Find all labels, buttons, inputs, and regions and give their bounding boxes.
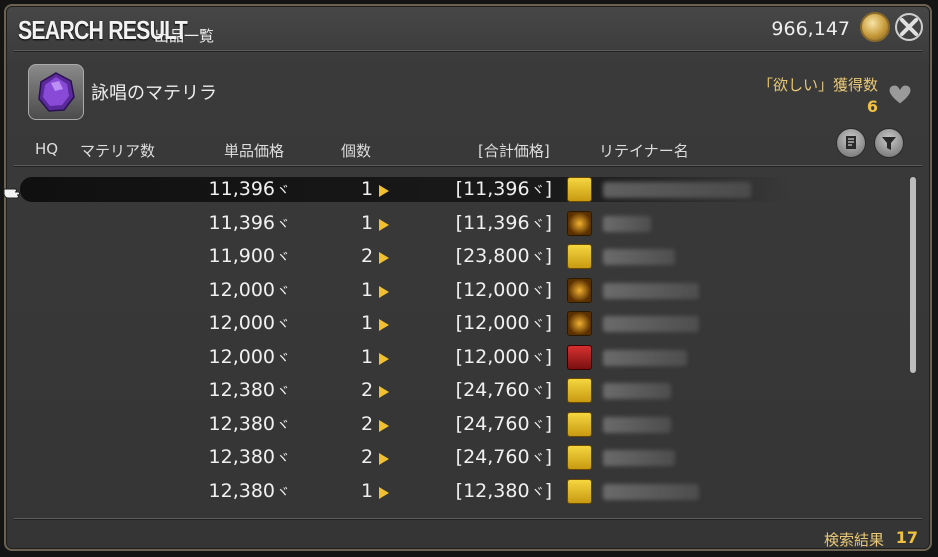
unit-price: 12,380ヾ [208,412,290,435]
total-price: [12,380ヾ] [455,479,552,502]
column-header-hq[interactable]: HQ [35,140,58,158]
play-arrow-icon [379,453,389,465]
quantity: 2 [361,245,374,267]
table-row[interactable]: 12,000ヾ 1 [12,000ヾ] [6,307,930,340]
unit-price: 12,000ヾ [208,312,290,334]
total-price: [11,396ヾ] [455,211,552,234]
play-arrow-icon [379,252,389,264]
quantity: 1 [361,211,374,234]
quantity: 1 [361,278,374,301]
quantity: 2 [361,412,374,435]
retainer-class-icon [567,244,592,269]
footer-separator [14,518,922,520]
unit-price: 11,396ヾ [208,178,290,200]
heart-icon[interactable] [888,84,912,106]
filter-icon [882,137,896,150]
search-result-count: 17 [895,528,918,547]
quantity: 1 [361,479,374,502]
window-subtitle: 出品一覧 [154,27,215,45]
retainer-class-icon [567,445,592,470]
retainer-name-blurred [603,483,699,500]
total-price: [24,760ヾ] [455,446,552,468]
retainer-name-blurred [603,182,751,198]
header-separator [14,165,922,167]
close-icon[interactable] [894,12,924,42]
table-row[interactable]: 12,000ヾ 1 [12,000ヾ] [6,341,930,374]
retainer-name-blurred [603,215,651,232]
retainer-name-blurred [603,349,687,366]
quantity: 2 [361,379,374,401]
quantity: 1 [361,345,374,368]
pointing-hand-cursor-icon [3,188,20,199]
retainer-class-icon [567,277,592,303]
quantity: 1 [361,178,374,200]
document-icon [846,136,856,149]
unit-price: 12,000ヾ [208,345,290,368]
filter-button[interactable] [874,128,904,158]
table-row[interactable]: 11,396ヾ 1 [11,396ヾ] [6,207,930,240]
search-result-label: 検索結果 [823,531,884,549]
retainer-name-blurred [603,450,675,466]
gil-coin-icon [860,12,890,42]
unit-price: 12,380ヾ [208,446,290,468]
table-row[interactable]: 11,900ヾ 2 [23,800ヾ] [6,240,930,273]
play-arrow-icon [379,285,389,298]
unit-price: 12,380ヾ [208,379,290,401]
retainer-name-blurred [603,316,699,332]
play-arrow-icon [379,218,389,231]
search-result-window: SEARCH RESULT 出品一覧 966,147 詠唱のマテリラ 「欲しい」… [3,4,932,551]
wishlist-label: 「欲しい」獲得数 [757,76,878,94]
column-header-retainer[interactable]: リテイナー名 [599,140,689,161]
item-name: 詠唱のマテリラ [91,83,217,104]
column-header-total[interactable]: [合計価格] [478,140,550,161]
retainer-name-blurred [603,383,671,399]
table-row[interactable]: 12,000ヾ 1 [12,000ヾ] [6,274,930,307]
total-price: [12,000ヾ] [455,312,552,334]
wishlist-count: 6 [866,97,878,116]
play-arrow-icon [379,319,389,331]
play-arrow-icon [379,486,389,499]
total-price: [11,396ヾ] [455,178,552,200]
retainer-name-blurred [603,416,671,433]
column-header-unit-price[interactable]: 単品価格 [224,140,284,161]
table-row[interactable]: 12,380ヾ 2 [24,760ヾ] [6,408,930,441]
retainer-class-icon [567,177,592,202]
column-header-quantity[interactable]: 個数 [341,140,371,161]
unit-price: 11,396ヾ [208,211,290,234]
table-row[interactable]: 11,396ヾ 1 [11,396ヾ] [6,173,930,206]
total-price: [23,800ヾ] [455,245,552,267]
quantity: 2 [361,446,374,468]
retainer-class-icon [567,411,592,437]
total-price: [24,760ヾ] [455,379,552,401]
retainer-name-blurred [603,249,675,265]
scrollbar[interactable] [910,177,916,373]
title-bar: SEARCH RESULT 出品一覧 966,147 [6,6,930,50]
play-arrow-icon [379,352,389,365]
retainer-class-icon [567,311,592,336]
retainer-class-icon [567,378,592,403]
play-arrow-icon [379,419,389,432]
column-header-materia[interactable]: マテリア数 [80,140,155,161]
total-price: [12,000ヾ] [455,345,552,368]
quantity: 1 [361,312,374,334]
play-arrow-icon [379,185,389,197]
retainer-class-icon [567,210,592,236]
retainer-class-icon [567,344,592,370]
gil-amount: 966,147 [771,18,850,40]
history-button[interactable] [836,128,866,158]
materia-gem-icon [38,72,75,112]
retainer-name-blurred [603,282,699,299]
table-row[interactable]: 12,380ヾ 1 [12,380ヾ] [6,475,930,508]
title-separator [14,50,922,52]
unit-price: 11,900ヾ [208,245,290,267]
total-price: [24,760ヾ] [455,412,552,435]
unit-price: 12,000ヾ [208,278,290,301]
table-row[interactable]: 12,380ヾ 2 [24,760ヾ] [6,441,930,474]
table-row[interactable]: 12,380ヾ 2 [24,760ヾ] [6,374,930,407]
item-icon[interactable] [28,64,84,120]
retainer-class-icon [567,478,592,504]
total-price: [12,000ヾ] [455,278,552,301]
unit-price: 12,380ヾ [208,479,290,502]
play-arrow-icon [379,386,389,398]
